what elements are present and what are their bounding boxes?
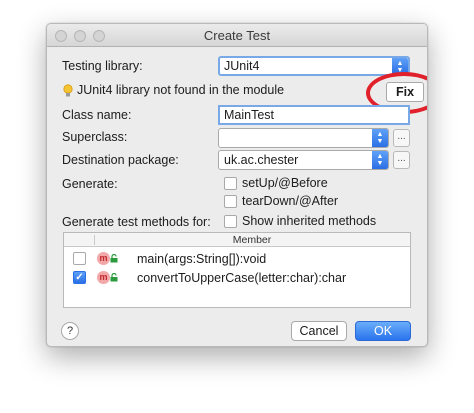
testing-library-label: Testing library: xyxy=(62,59,143,73)
setup-checkbox[interactable] xyxy=(224,177,237,190)
show-inherited-checkbox[interactable] xyxy=(224,215,237,228)
method-signature: main(args:String[]):void xyxy=(137,252,267,266)
public-lock-icon xyxy=(110,272,118,282)
test-methods-label: Generate test methods for: xyxy=(62,215,211,229)
select-arrows-icon: ▲ ▼ xyxy=(372,129,388,147)
class-name-input[interactable]: MainTest xyxy=(218,105,410,125)
method-icon: m xyxy=(97,252,110,265)
row-checkbox[interactable]: ✓ xyxy=(73,271,86,284)
method-icon: m xyxy=(97,271,110,284)
member-table: Member m main(args:String[]):void ✓ m co… xyxy=(63,232,411,308)
class-name-label: Class name: xyxy=(62,108,132,122)
create-test-dialog: Create Test Testing library: JUnit4 ▲ ▼ J… xyxy=(46,23,428,347)
table-row[interactable]: ✓ m convertToUpperCase(letter:char):char xyxy=(64,268,410,288)
library-warning-text: JUnit4 library not found in the module xyxy=(77,83,285,97)
destination-package-label: Destination package: xyxy=(62,153,179,167)
testing-library-value: JUnit4 xyxy=(224,59,260,73)
table-row[interactable]: m main(args:String[]):void xyxy=(64,249,410,269)
destination-package-select[interactable]: uk.ac.chester ▲ ▼ xyxy=(218,150,389,170)
window-title: Create Test xyxy=(203,28,271,43)
superclass-label: Superclass: xyxy=(62,130,128,144)
title-bar: Create Test xyxy=(47,24,427,47)
testing-library-select[interactable]: JUnit4 ▲ ▼ xyxy=(218,56,410,76)
lightbulb-icon xyxy=(63,84,73,97)
destination-package-value: uk.ac.chester xyxy=(224,153,299,167)
destination-browse-button[interactable]: ... xyxy=(393,151,410,169)
member-column-header: Member xyxy=(232,234,272,246)
ok-button[interactable]: OK xyxy=(355,321,411,341)
cancel-button[interactable]: Cancel xyxy=(291,321,347,341)
help-button[interactable]: ? xyxy=(61,322,79,340)
method-signature: convertToUpperCase(letter:char):char xyxy=(137,271,347,285)
table-header: Member xyxy=(64,233,410,247)
select-arrows-icon: ▲ ▼ xyxy=(372,151,388,169)
setup-label: setUp/@Before xyxy=(242,176,328,190)
teardown-checkbox[interactable] xyxy=(224,195,237,208)
generate-label: Generate: xyxy=(62,177,118,191)
public-lock-icon xyxy=(110,253,118,263)
row-checkbox[interactable] xyxy=(73,252,86,265)
teardown-label: tearDown/@After xyxy=(242,194,339,208)
superclass-select[interactable]: ▲ ▼ xyxy=(218,128,389,148)
show-inherited-label: Show inherited methods xyxy=(242,214,377,228)
superclass-browse-button[interactable]: ... xyxy=(393,129,410,147)
